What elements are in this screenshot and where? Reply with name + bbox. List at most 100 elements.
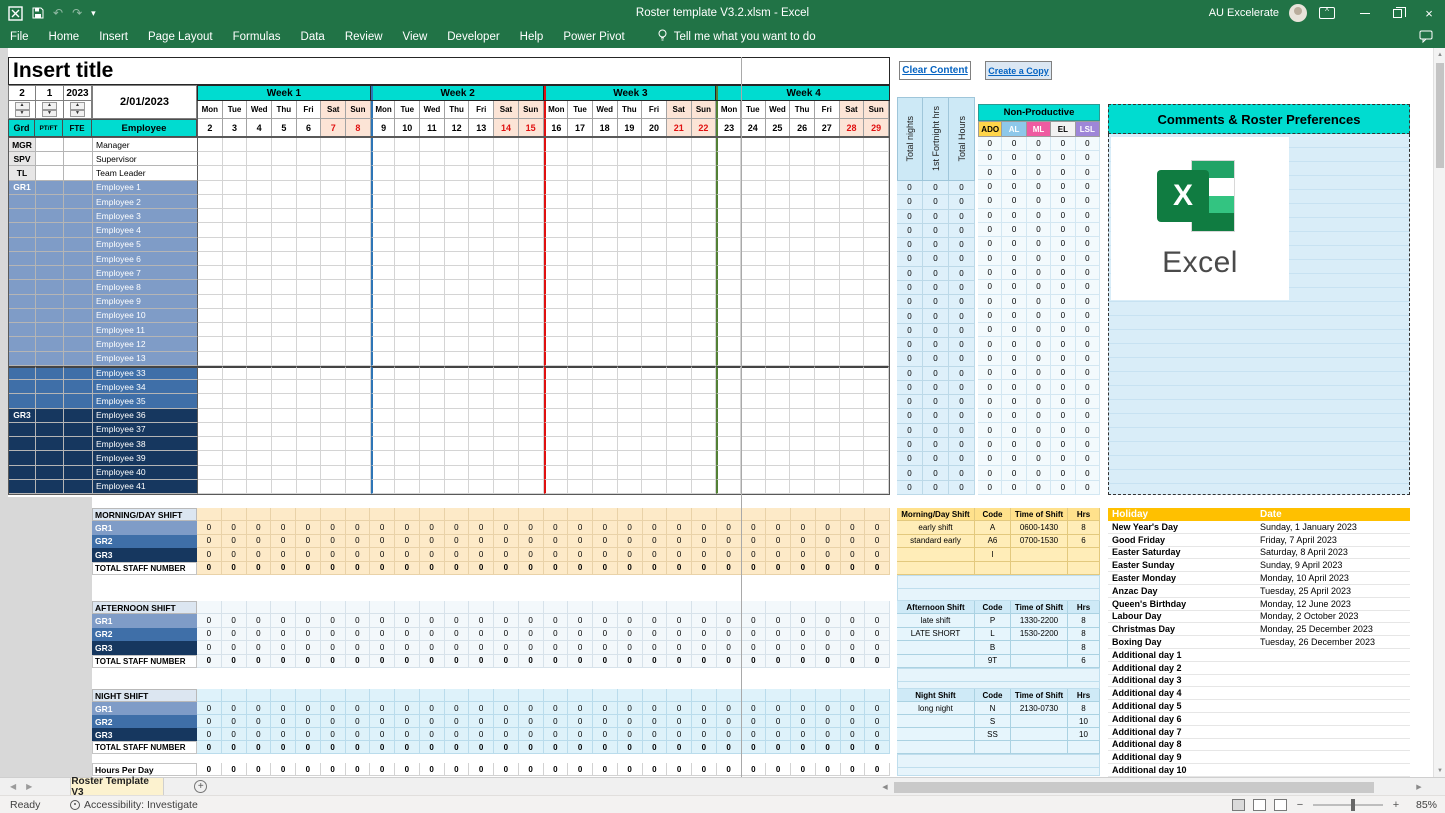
shift-header-cell[interactable] — [716, 689, 742, 702]
shift-count-cell[interactable]: 0 — [593, 728, 618, 741]
roster-cell[interactable] — [642, 365, 667, 381]
employee-grade-cell[interactable]: GR3 — [9, 408, 36, 423]
leave-value-cell[interactable]: 0 — [1075, 394, 1100, 410]
shift-count-cell[interactable]: 0 — [395, 728, 420, 741]
roster-cell[interactable] — [272, 194, 297, 210]
roster-cell[interactable] — [814, 465, 840, 480]
roster-cell[interactable] — [568, 422, 593, 438]
stats-value-cell[interactable]: 0 — [897, 223, 923, 239]
tell-me-box[interactable]: Tell me what you want to do — [657, 29, 816, 45]
roster-cell[interactable] — [222, 408, 248, 423]
leave-value-cell[interactable]: 0 — [1002, 366, 1027, 381]
roster-cell[interactable] — [370, 323, 396, 338]
roster-cell[interactable] — [494, 380, 519, 395]
shift-count-cell[interactable]: 0 — [791, 715, 816, 728]
stats-value-cell[interactable]: 0 — [897, 366, 923, 381]
roster-cell[interactable] — [296, 280, 322, 295]
shift-header-cell[interactable] — [617, 601, 643, 615]
roster-cell[interactable] — [494, 337, 519, 352]
leave-value-cell[interactable]: 0 — [1075, 480, 1100, 495]
shift-header-cell[interactable] — [197, 601, 222, 615]
shift-count-cell[interactable]: 0 — [543, 534, 569, 549]
leave-value-cell[interactable]: 0 — [1026, 466, 1052, 481]
employee-fte-cell[interactable] — [64, 380, 93, 395]
roster-cell[interactable] — [765, 323, 791, 338]
roster-cell[interactable] — [494, 152, 519, 167]
sheet-tab-roster-template[interactable]: Roster Template V3 — [70, 776, 165, 798]
shift-header-cell[interactable] — [494, 601, 519, 615]
employee-grade-cell[interactable] — [9, 280, 36, 295]
roster-cell[interactable] — [642, 380, 667, 395]
roster-cell[interactable] — [814, 323, 840, 338]
hours-cell[interactable]: 0 — [617, 763, 643, 776]
roster-cell[interactable] — [395, 194, 421, 210]
shift-count-cell[interactable]: 0 — [345, 627, 371, 642]
stats-value-cell[interactable]: 0 — [949, 266, 975, 281]
shift-header-cell[interactable] — [617, 689, 643, 702]
shift-total-cell[interactable]: 0 — [716, 741, 742, 754]
shift-total-cell[interactable]: 0 — [444, 741, 470, 754]
roster-cell[interactable] — [247, 280, 273, 295]
roster-cell[interactable] — [691, 351, 717, 366]
stats-value-cell[interactable]: 0 — [923, 323, 949, 338]
shift-count-cell[interactable]: 0 — [246, 534, 272, 549]
leave-value-cell[interactable]: 0 — [1026, 337, 1052, 352]
leave-value-cell[interactable]: 0 — [1002, 294, 1027, 309]
roster-cell[interactable] — [518, 166, 544, 181]
roster-cell[interactable] — [494, 223, 519, 238]
shift-total-cell[interactable]: 0 — [271, 561, 296, 575]
roster-cell[interactable] — [370, 138, 396, 153]
employee-grade-cell[interactable] — [9, 380, 36, 395]
roster-cell[interactable] — [666, 337, 692, 352]
roster-cell[interactable] — [494, 266, 519, 281]
roster-cell[interactable] — [198, 138, 223, 153]
roster-cell[interactable] — [420, 479, 445, 494]
roster-cell[interactable] — [518, 380, 544, 395]
roster-cell[interactable] — [592, 365, 618, 381]
roster-cell[interactable] — [666, 323, 692, 338]
shift-count-cell[interactable]: 0 — [667, 548, 692, 562]
hours-cell[interactable]: 0 — [370, 763, 395, 776]
stats-value-cell[interactable]: 0 — [923, 452, 949, 467]
roster-cell[interactable] — [617, 323, 643, 338]
roster-cell[interactable] — [321, 337, 347, 352]
shift-header-cell[interactable] — [791, 508, 816, 522]
roster-cell[interactable] — [790, 237, 815, 252]
roster-cell[interactable] — [666, 479, 692, 494]
shift-count-cell[interactable]: 0 — [865, 702, 890, 715]
leave-value-cell[interactable]: 0 — [978, 294, 1003, 309]
roster-cell[interactable] — [691, 308, 717, 324]
roster-cell[interactable] — [518, 308, 544, 324]
roster-cell[interactable] — [617, 380, 643, 395]
shift-count-cell[interactable]: 0 — [667, 641, 692, 655]
shift-count-cell[interactable]: 0 — [296, 534, 321, 549]
save-icon[interactable] — [32, 7, 44, 19]
employee-fte-cell[interactable] — [64, 337, 93, 352]
roster-cell[interactable] — [666, 308, 692, 324]
stats-value-cell[interactable]: 0 — [897, 266, 923, 281]
shift-count-cell[interactable]: 0 — [518, 534, 544, 549]
leave-value-cell[interactable]: 0 — [978, 179, 1003, 195]
roster-cell[interactable] — [518, 323, 544, 338]
create-a-copy-button[interactable]: Create a Copy — [985, 61, 1052, 80]
shift-count-cell[interactable]: 0 — [791, 521, 816, 535]
roster-cell[interactable] — [370, 166, 396, 181]
shift-header-cell[interactable] — [419, 508, 445, 522]
roster-cell[interactable] — [370, 266, 396, 281]
roster-cell[interactable] — [222, 138, 248, 153]
roster-cell[interactable] — [814, 209, 840, 224]
roster-cell[interactable] — [740, 152, 766, 167]
roster-cell[interactable] — [321, 437, 347, 452]
leave-value-cell[interactable]: 0 — [1002, 394, 1027, 410]
roster-cell[interactable] — [444, 422, 470, 438]
roster-cell[interactable] — [642, 394, 667, 409]
leave-value-cell[interactable]: 0 — [1075, 165, 1100, 180]
roster-cell[interactable] — [839, 237, 865, 252]
shift-total-cell[interactable]: 0 — [246, 561, 272, 575]
roster-cell[interactable] — [543, 337, 569, 352]
shift-header-cell[interactable] — [568, 689, 593, 702]
roster-cell[interactable] — [790, 437, 815, 452]
zoom-level[interactable]: 85% — [1409, 799, 1437, 811]
roster-cell[interactable] — [518, 251, 544, 267]
roster-cell[interactable] — [592, 194, 618, 210]
